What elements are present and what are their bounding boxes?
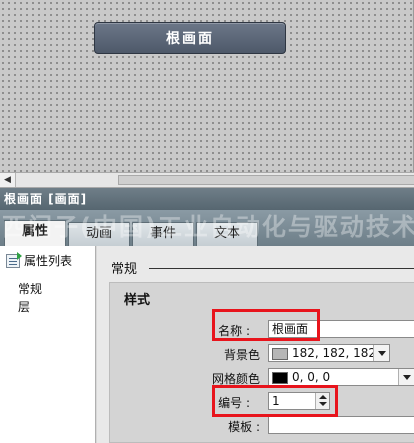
- inspector-title: 根画面 [画面]: [0, 188, 414, 210]
- style-group-title: 样式: [124, 293, 151, 308]
- scroll-left-arrow-icon[interactable]: ◀: [0, 173, 16, 187]
- name-field[interactable]: 根画面: [268, 320, 414, 338]
- stepper-arrows-icon[interactable]: [315, 393, 329, 409]
- property-list-icon: [6, 251, 22, 268]
- background-color-dropdown[interactable]: 182, 182, 182: [268, 344, 390, 362]
- number-label: 编号 :: [218, 396, 250, 410]
- screen-canvas[interactable]: 根画面: [0, 0, 414, 172]
- grid-color-swatch: [272, 371, 288, 384]
- property-item-general[interactable]: 常规: [18, 280, 42, 297]
- watermark: 西门子(中国)工业自动化与驱动技术服务公司: [2, 213, 414, 241]
- background-color-label: 背景色: [223, 348, 260, 362]
- template-field[interactable]: [268, 416, 414, 434]
- grid-color-dropdown[interactable]: 0, 0, 0: [268, 368, 414, 386]
- number-stepper[interactable]: 1: [268, 392, 330, 410]
- property-detail-panel: 常规 样式 名称 : 根画面 背景色 182, 182, 182 网格颜色 0,…: [97, 246, 414, 443]
- property-item-layer[interactable]: 层: [18, 298, 30, 315]
- property-list-label: 属性列表: [24, 254, 73, 268]
- scrollbar-thumb[interactable]: [118, 175, 414, 185]
- canvas-horizontal-scrollbar[interactable]: ◀: [0, 172, 414, 188]
- section-divider: [149, 268, 414, 269]
- style-group: 样式 名称 : 根画面 背景色 182, 182, 182 网格颜色 0, 0,…: [109, 282, 414, 443]
- canvas-screen-button[interactable]: 根画面: [94, 22, 286, 54]
- chevron-down-icon[interactable]: [373, 345, 389, 361]
- name-label: 名称 :: [218, 324, 250, 338]
- chevron-down-icon[interactable]: [398, 369, 414, 385]
- property-list-panel: 属性列表 常规 层: [0, 246, 96, 443]
- property-list-header[interactable]: 属性列表: [6, 251, 73, 269]
- section-title: 常规: [111, 262, 138, 277]
- background-color-swatch: [272, 347, 288, 360]
- grid-color-label: 网格颜色: [211, 372, 260, 386]
- template-label: 模板 :: [228, 420, 260, 434]
